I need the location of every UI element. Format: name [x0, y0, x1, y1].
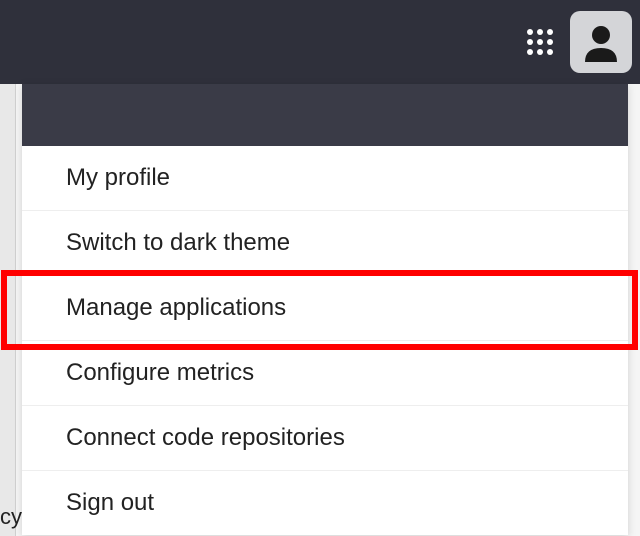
menu-item-connect-repos[interactable]: Connect code repositories	[22, 405, 628, 470]
background-panel	[0, 84, 16, 536]
person-icon	[579, 20, 623, 64]
dropdown-header	[22, 84, 628, 146]
topbar	[0, 0, 640, 84]
background-text-fragment: cy	[0, 504, 22, 530]
menu-item-switch-theme[interactable]: Switch to dark theme	[22, 210, 628, 275]
menu-item-my-profile[interactable]: My profile	[22, 146, 628, 210]
user-dropdown: My profile Switch to dark theme Manage a…	[22, 84, 628, 535]
menu-item-configure-metrics[interactable]: Configure metrics	[22, 340, 628, 405]
avatar-button[interactable]	[570, 11, 632, 73]
menu-item-manage-applications[interactable]: Manage applications	[22, 275, 628, 340]
apps-grid-button[interactable]	[518, 20, 562, 64]
apps-grid-icon	[525, 27, 555, 57]
menu-item-sign-out[interactable]: Sign out	[22, 470, 628, 535]
dropdown-menu: My profile Switch to dark theme Manage a…	[22, 146, 628, 535]
